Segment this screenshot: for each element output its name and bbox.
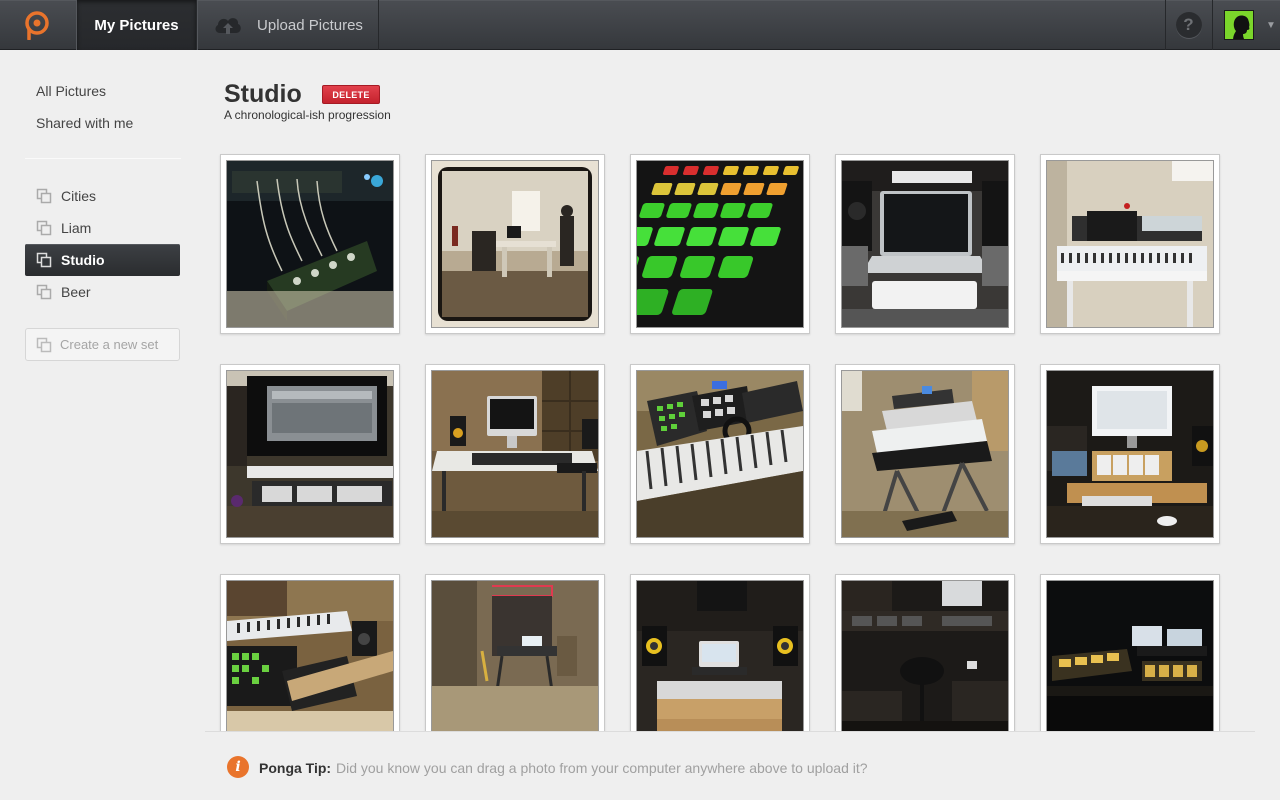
photo-thumbnail[interactable] [835,364,1015,544]
sidebar-link-shared-with-me[interactable]: Shared with me [36,115,133,131]
photo-image [431,370,599,538]
photo-thumbnail[interactable] [630,154,810,334]
help-button[interactable]: ? [1165,0,1211,50]
create-new-set-label: Create a new set [60,337,159,352]
photo-image [431,160,599,328]
photo-thumbnail[interactable] [220,574,400,732]
photo-image [841,370,1009,538]
tip-label: Ponga Tip: [259,760,332,776]
account-menu-button[interactable]: ▼ [1212,0,1280,50]
sidebar-item-label: Cities [61,188,97,204]
set-icon [36,220,52,236]
tab-upload-pictures-label: Upload Pictures [257,16,363,34]
set-icon [36,284,52,300]
sidebar-item-studio[interactable]: Studio [25,244,180,276]
photo-image [226,580,394,732]
delete-button[interactable]: DELETE [322,85,380,104]
photo-thumbnail[interactable] [1040,154,1220,334]
tab-my-pictures-label: My Pictures [94,16,179,34]
photo-thumbnail[interactable] [1040,574,1220,732]
info-icon: i [227,756,249,778]
avatar [1224,10,1254,40]
photo-image [1046,580,1214,732]
set-icon [36,252,52,268]
photo-thumbnail[interactable] [220,154,400,334]
photo-grid [205,140,1255,732]
photo-thumbnail[interactable] [630,574,810,732]
sidebar-divider [25,158,181,159]
photo-image [226,160,394,328]
photo-thumbnail[interactable] [425,364,605,544]
photo-thumbnail[interactable] [220,364,400,544]
tab-upload-pictures[interactable]: Upload Pictures [197,0,379,50]
photo-image [1046,160,1214,328]
photo-image [841,580,1009,732]
create-new-set-button[interactable]: Create a new set [25,328,180,361]
photo-thumbnail[interactable] [630,364,810,544]
photo-image [1046,370,1214,538]
photo-image [636,580,804,732]
top-bar: My Pictures Upload Pictures ? ▼ [0,0,1280,50]
ponga-logo-icon[interactable] [0,0,76,50]
photo-thumbnail[interactable] [425,154,605,334]
sidebar-item-cities[interactable]: Cities [25,180,180,212]
photo-thumbnail[interactable] [425,574,605,732]
sidebar-item-beer[interactable]: Beer [25,276,180,308]
sidebar-item-liam[interactable]: Liam [25,212,180,244]
tip-text: Did you know you can drag a photo from y… [336,760,868,776]
set-icon [36,188,52,204]
photo-image [636,370,804,538]
cloud-upload-icon [213,14,243,36]
tab-my-pictures[interactable]: My Pictures [76,0,197,50]
photo-thumbnail[interactable] [1040,364,1220,544]
sidebar-item-label: Liam [61,220,92,236]
photo-image [636,160,804,328]
sidebar-item-label: Studio [61,252,105,268]
chevron-down-icon: ▼ [1266,19,1276,31]
photo-image [431,580,599,732]
sidebar-link-all-pictures[interactable]: All Pictures [36,83,106,99]
photo-thumbnail[interactable] [835,574,1015,732]
photo-thumbnail[interactable] [835,154,1015,334]
tip-bar: i Ponga Tip: Did you know you can drag a… [205,731,1255,800]
page-title: Studio [224,80,302,108]
photo-image [226,370,394,538]
help-icon: ? [1175,12,1202,38]
page-subtitle: A chronological-ish progression [224,108,391,122]
set-icon [36,337,52,353]
photo-image [841,160,1009,328]
sidebar-item-label: Beer [61,284,91,300]
silhouette-icon [1233,15,1250,39]
